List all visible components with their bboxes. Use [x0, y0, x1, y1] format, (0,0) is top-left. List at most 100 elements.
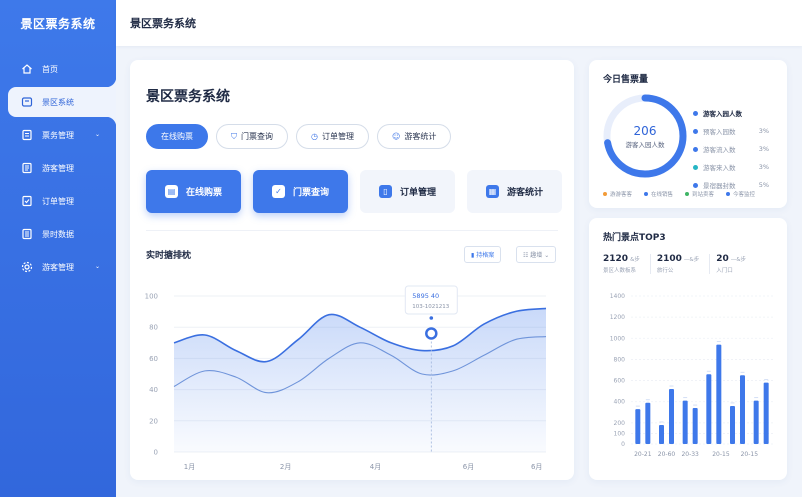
clipboard-icon: ▯	[378, 185, 392, 198]
quick-action-button-2[interactable]: ▯ 订单管理	[360, 170, 455, 213]
bar	[669, 389, 674, 444]
legend-value: 5%	[758, 181, 769, 189]
bar	[716, 344, 722, 444]
bar	[635, 409, 641, 444]
x-tick-label: 20-15	[712, 451, 730, 458]
legend-item: 游客入园人数	[693, 104, 769, 122]
tooltip-line2: 103-1021213	[412, 304, 449, 310]
hot-stat-unit: &步	[630, 257, 640, 263]
legend-item: 游客来入数 3%	[693, 158, 769, 176]
today-sales-card: 今日售票量 206 游客入园人数 游客入园人数 预客入园数 3% 游客流入数 3% 游客来…	[589, 60, 787, 208]
home-icon	[20, 62, 34, 76]
sidebar-item-0[interactable]: 首页	[8, 54, 116, 84]
donut-label: 游客入园人数	[626, 140, 666, 149]
line-chart: 0 20 40 60 80 100 5895 40 103-1021213 1月 2月 4月 6月 6月	[145, 285, 547, 471]
bottom-legend-label: 今客监控	[733, 192, 756, 198]
y-tick-label: 100	[145, 293, 158, 301]
sidebar-item-3[interactable]: 游客管理	[8, 153, 116, 183]
legend-dot	[644, 192, 649, 196]
bottom-legend-label: 在线销售	[651, 192, 674, 198]
bottom-legend-item: 今客监控	[726, 190, 755, 198]
bar	[645, 402, 651, 444]
hot-stat-label: 旅行公	[656, 268, 674, 274]
chart-title: 实时搪排枕	[146, 251, 192, 261]
tab-pill-0[interactable]: 在线购票	[146, 124, 208, 149]
chevron-down-icon: ⌄	[94, 263, 100, 270]
bottom-legend-item: 在线销售	[644, 190, 673, 198]
quick-action-label: 订单管理	[399, 188, 436, 198]
hot-stat: 20 —&步 入门口	[716, 254, 756, 274]
quick-action-button-1[interactable]: ✓ 门票查询	[253, 170, 348, 213]
tooltip-line1: 5895 40	[412, 292, 439, 300]
y-tick-label: 0	[621, 441, 625, 448]
legend-dot	[693, 146, 698, 152]
main-title: 景区票务系统	[146, 89, 230, 105]
y-tick-label: 40	[149, 386, 158, 394]
legend-dot	[693, 110, 698, 116]
quick-action-button-0[interactable]: ▤ 在线购票	[146, 170, 241, 213]
y-tick-label: 1200	[610, 314, 625, 321]
tab-pill-2[interactable]: ◷ 订单管理	[296, 124, 369, 149]
sidebar-item-5[interactable]: 景时数据	[8, 219, 116, 249]
chevron-down-icon: ⌄	[94, 131, 100, 138]
sidebar-nav: 首页景区系统票务管理 ⌄ 游客管理 订单管理 景时数据 游客管理 ⌄	[0, 54, 116, 282]
y-tick-label: 600	[614, 378, 626, 385]
divider	[146, 230, 558, 231]
hot-stat-unit: —&步	[730, 257, 747, 263]
legend-dot	[726, 192, 731, 196]
legend-dot	[693, 164, 698, 170]
legend-dot	[693, 182, 698, 188]
legend-value: 3%	[758, 163, 769, 171]
quick-action-label: 门票查询	[292, 188, 329, 198]
bar	[682, 400, 688, 444]
hot-stat: 2100 —&步旅行公	[656, 254, 711, 274]
hot-stat-label: 入门口	[716, 268, 733, 274]
bar	[740, 375, 745, 444]
gear-icon	[20, 260, 34, 274]
bottom-legend: 游游客客 在线销售 到站卖客 今客监控	[603, 190, 755, 198]
bottom-legend-label: 游游客客	[610, 192, 633, 198]
y-tick-label: 200	[614, 420, 626, 427]
legend-label: 预客入园数	[703, 128, 736, 136]
x-tick-label: 1月	[184, 463, 195, 471]
hot-stat-value: 2100 —&步	[657, 254, 699, 264]
hot-stat-number: 2120	[603, 254, 629, 264]
legend-label: 景宿器封数	[703, 182, 736, 190]
y-tick-label: 400	[614, 399, 626, 406]
chart-sort-dropdown[interactable]: ☷ 趣增 ⌄	[516, 246, 557, 263]
bottom-legend-label: 到站卖客	[692, 192, 715, 198]
x-tick-label: 2月	[280, 463, 291, 471]
shield-icon: ⛉	[231, 131, 237, 141]
x-tick-label: 6月	[531, 463, 542, 471]
sidebar-item-2[interactable]: 票务管理 ⌄	[8, 120, 116, 150]
legend-item: 预客入园数 3%	[693, 122, 769, 140]
main-panel: 景区票务系统 在线购票 ⛉ 门票查询 ◷ 订单管理 ☺ 游客统计 ▤ 在线购票 ✓ 门票查询 ▯ 订单…	[130, 60, 574, 480]
x-tick-label: 20-33	[681, 451, 699, 458]
y-tick-label: 20	[149, 417, 158, 425]
y-tick-label: 0	[154, 449, 158, 457]
quick-action-button-3[interactable]: ▦ 游客统计	[467, 170, 562, 213]
tab-pill-1[interactable]: ⛉ 门票查询	[216, 124, 288, 149]
smile-icon: ☺	[391, 132, 401, 141]
legend-label: 游客入园人数	[703, 110, 742, 118]
tab-pill-3[interactable]: ☺ 游客统计	[376, 124, 452, 149]
sidebar-item-6[interactable]: 游客管理 ⌄	[8, 252, 116, 282]
list-icon	[20, 161, 34, 175]
area-fill	[174, 308, 546, 452]
ticket-icon	[20, 95, 34, 109]
sidebar-item-1[interactable]: 景区系统	[8, 77, 116, 127]
bar	[763, 382, 769, 444]
brand-logo: 景区票务系统	[20, 16, 96, 31]
check-doc-icon	[20, 194, 34, 208]
bar	[706, 374, 712, 444]
x-tick-label: 20-21	[634, 451, 652, 458]
legend-value: 3%	[758, 127, 769, 135]
pill-tabs: 在线购票 ⛉ 门票查询 ◷ 订单管理 ☺ 游客统计	[146, 124, 452, 149]
sidebar-item-4[interactable]: 订单管理	[8, 186, 116, 216]
hot-title: 热门景点TOP3	[603, 233, 666, 243]
cart-icon: ▤	[164, 185, 178, 198]
data-icon	[20, 227, 34, 241]
chart-filter-button[interactable]: ▮ 持格案	[464, 246, 502, 263]
sidebar-item-label: 景区系统	[42, 97, 74, 107]
tooltip-point	[425, 327, 438, 340]
